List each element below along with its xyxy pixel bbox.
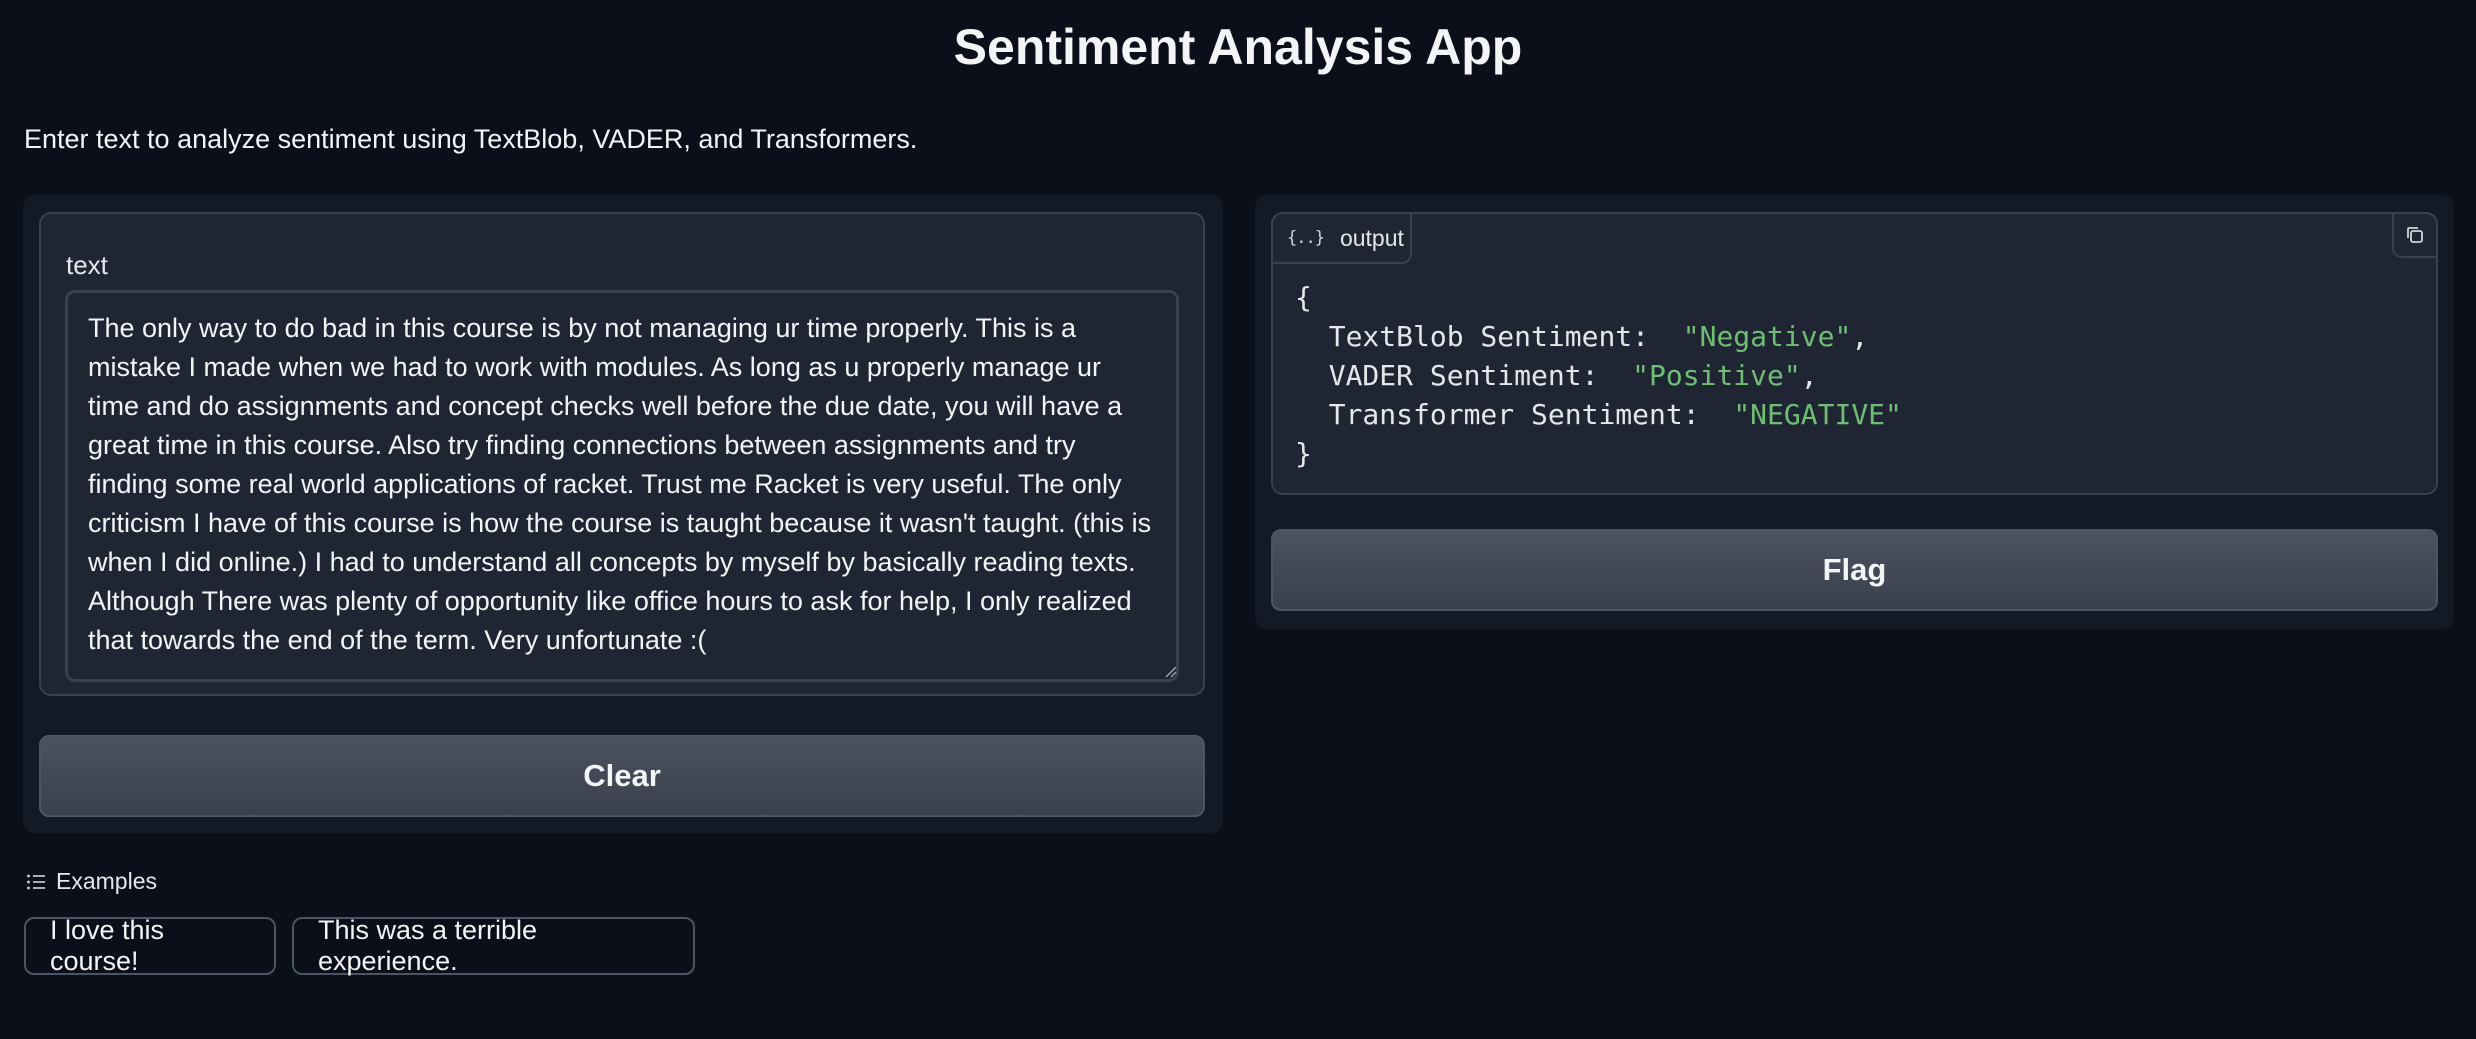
json-output: {..} output { TextBlob Sentiment: "Negat… xyxy=(1271,212,2438,495)
json-key: Transformer Sentiment: xyxy=(1328,398,1700,431)
json-view: { TextBlob Sentiment: "Negative", VADER … xyxy=(1295,278,1902,473)
json-close-brace: } xyxy=(1295,437,1312,470)
clear-button[interactable]: Clear xyxy=(39,735,1205,817)
example-chip[interactable]: I love this course! xyxy=(24,915,276,976)
output-panel: {..} output { TextBlob Sentiment: "Negat… xyxy=(1255,195,2454,629)
page-description: Enter text to analyze sentiment using Te… xyxy=(24,124,918,154)
example-chip[interactable]: This was a terrible experience. xyxy=(292,915,695,976)
json-value: "Negative" xyxy=(1682,320,1852,353)
flag-button[interactable]: Flag xyxy=(1271,529,2438,611)
examples-label: Examples xyxy=(56,868,157,894)
json-separator: , xyxy=(1800,359,1818,392)
copy-icon[interactable] xyxy=(2392,212,2438,258)
text-input[interactable]: The only way to do bad in this course is… xyxy=(65,290,1179,682)
json-value: "NEGATIVE" xyxy=(1733,398,1902,431)
json-open-brace: { xyxy=(1295,281,1312,314)
list-icon xyxy=(27,874,45,889)
textbox-label: text xyxy=(66,250,108,280)
textbox-container: text The only way to do bad in this cour… xyxy=(39,212,1205,696)
json-value: "Positive" xyxy=(1632,359,1801,392)
json-key: TextBlob Sentiment: xyxy=(1328,320,1650,353)
app-root: Sentiment Analysis App Enter text to ana… xyxy=(0,0,2476,1039)
json-key: VADER Sentiment: xyxy=(1328,359,1599,392)
examples-header: Examples xyxy=(26,868,157,895)
output-label-tab: {..} output xyxy=(1271,212,1412,264)
json-separator: , xyxy=(1851,320,1869,353)
resize-handle-icon[interactable] xyxy=(1163,664,1177,678)
page-title: Sentiment Analysis App xyxy=(953,19,1523,75)
braces-icon: {..} xyxy=(1287,228,1325,248)
input-panel: text The only way to do bad in this cour… xyxy=(23,195,1223,833)
output-label: output xyxy=(1339,224,1404,251)
